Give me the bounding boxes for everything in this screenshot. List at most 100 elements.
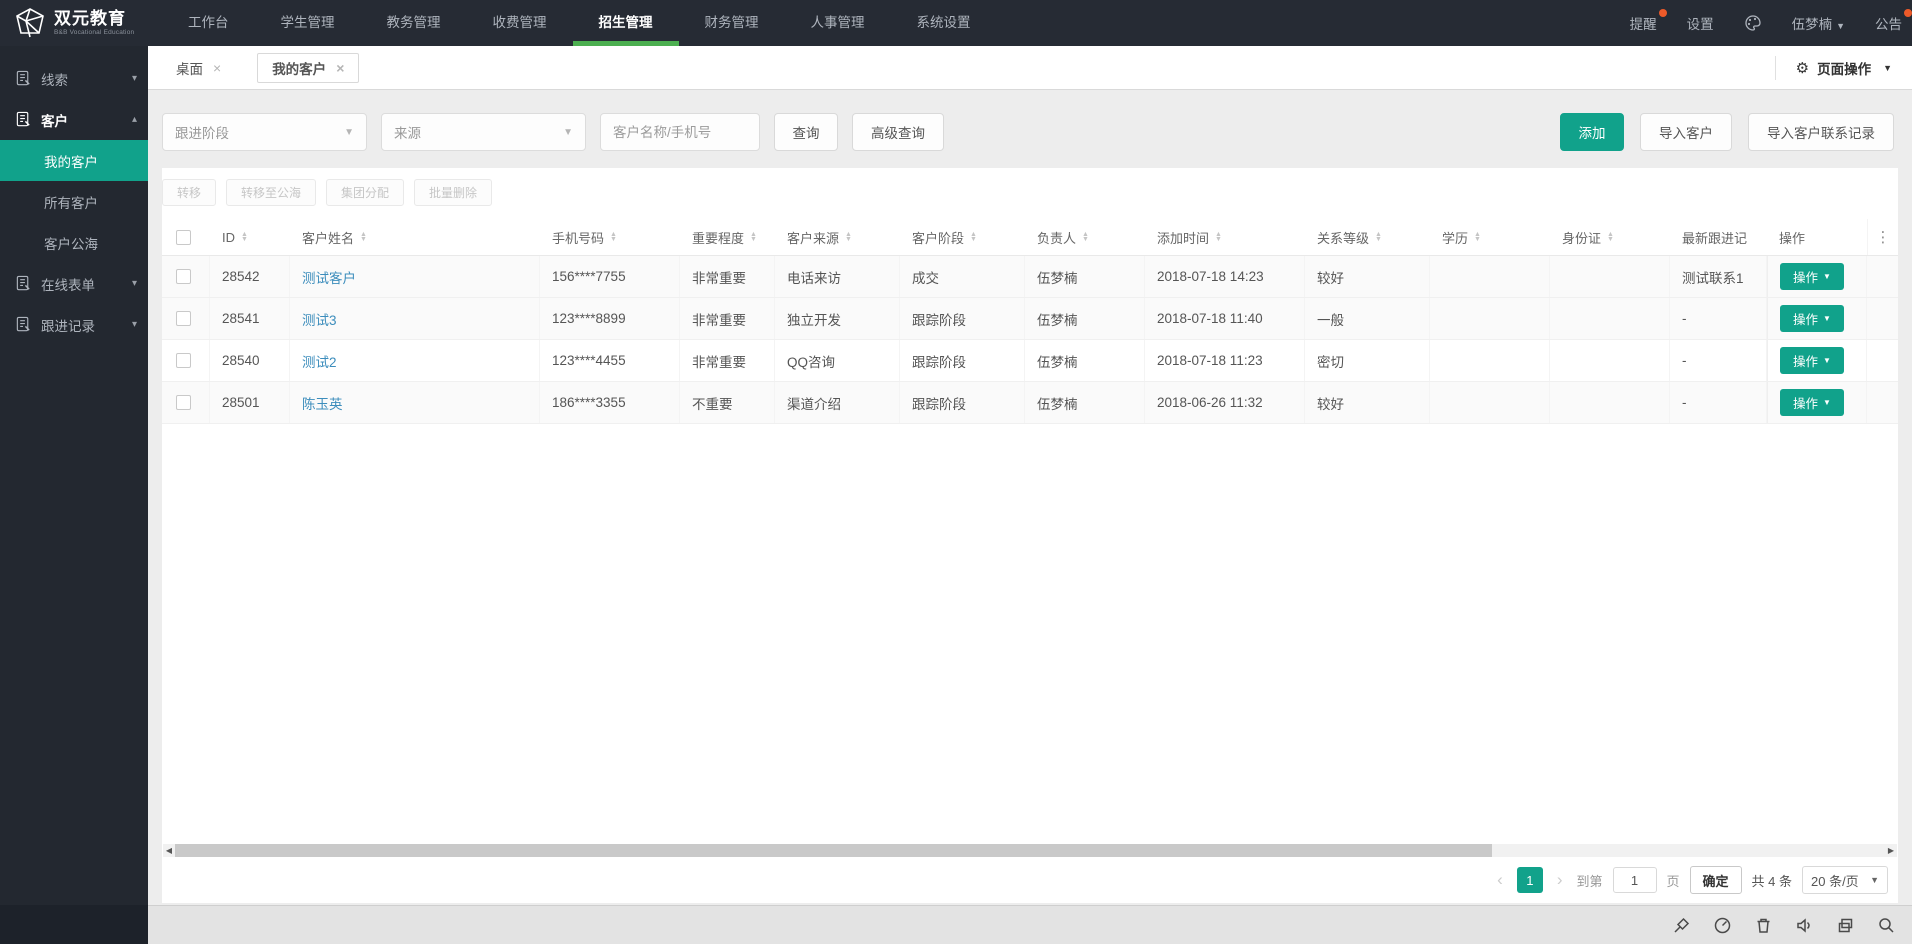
speaker-icon[interactable] [1795, 916, 1814, 935]
col-header-added-time: 添加时间▲▼ [1145, 219, 1305, 255]
horizontal-scrollbar[interactable]: ◀ ▶ [163, 844, 1897, 857]
customer-name-link[interactable]: 陈玉英 [302, 393, 343, 413]
gear-icon: ⚙ [1796, 59, 1809, 77]
row-action-button[interactable]: 操作▼ [1780, 263, 1844, 290]
batch-delete-button[interactable]: 批量删除 [414, 179, 492, 206]
customer-panel: 转移 转移至公海 集团分配 批量删除 ID▲▼ 客户姓名▲▼ 手机号码▲▼ 重要… [162, 168, 1898, 903]
col-header-actions: 操作 [1767, 219, 1867, 255]
column-settings-icon[interactable]: ⋮ [1867, 219, 1898, 255]
close-icon[interactable]: × [213, 60, 221, 76]
col-header-owner: 负责人▲▼ [1025, 219, 1145, 255]
settings-link[interactable]: 设置 [1687, 13, 1714, 33]
next-page-button[interactable]: › [1553, 870, 1567, 890]
reminder-link[interactable]: 提醒 [1630, 13, 1657, 33]
theme-palette-icon[interactable] [1744, 14, 1762, 32]
chevron-up-icon: ▴ [132, 114, 137, 125]
customer-name-link[interactable]: 测试3 [302, 309, 337, 329]
app-logo[interactable]: 双元教育 B&B Vocational Education [0, 7, 150, 39]
sort-icon[interactable]: ▲▼ [241, 232, 248, 242]
user-menu[interactable]: 伍梦楠▼ [1792, 13, 1845, 33]
transfer-to-pool-button[interactable]: 转移至公海 [226, 179, 316, 206]
nav-item-academic[interactable]: 教务管理 [361, 0, 467, 46]
form-icon [15, 70, 32, 87]
sidebar-item-customer-pool[interactable]: 客户公海 [0, 222, 148, 263]
nav-item-fees[interactable]: 收费管理 [467, 0, 573, 46]
page-actions-menu[interactable]: ⚙ 页面操作 ▼ [1775, 56, 1912, 80]
pin-icon[interactable] [1672, 916, 1691, 935]
sidebar-item-followup-records[interactable]: 跟进记录 ▾ [0, 304, 148, 345]
chevron-down-icon: ▼ [344, 127, 354, 138]
tab-strip: 桌面 × 我的客户 × ⚙ 页面操作 ▼ [148, 46, 1912, 90]
page-number-input[interactable] [1613, 867, 1657, 893]
chevron-down-icon: ▾ [132, 73, 137, 84]
sort-icon[interactable]: ▲▼ [360, 232, 367, 242]
tab-desktop[interactable]: 桌面 × [162, 53, 235, 83]
scroll-left-icon[interactable]: ◀ [163, 846, 175, 855]
current-page-button[interactable]: 1 [1517, 867, 1543, 893]
tab-my-customers[interactable]: 我的客户 × [257, 53, 359, 83]
add-button[interactable]: 添加 [1560, 113, 1624, 151]
sort-icon[interactable]: ▲▼ [970, 232, 977, 242]
nav-item-admissions[interactable]: 招生管理 [573, 0, 679, 46]
sort-icon[interactable]: ▲▼ [1474, 232, 1481, 242]
scrollbar-thumb[interactable] [175, 844, 1492, 857]
reminder-alert-dot [1659, 9, 1667, 17]
nav-item-system[interactable]: 系统设置 [891, 0, 997, 46]
sort-icon[interactable]: ▲▼ [845, 232, 852, 242]
customer-name-link[interactable]: 测试客户 [302, 267, 356, 287]
desktop-taskbar [148, 905, 1912, 944]
transfer-button[interactable]: 转移 [162, 179, 216, 206]
advanced-search-button[interactable]: 高级查询 [852, 113, 944, 151]
import-contact-records-button[interactable]: 导入客户联系记录 [1748, 113, 1894, 151]
keyword-input[interactable] [600, 113, 760, 151]
chevron-down-icon: ▼ [1870, 875, 1879, 885]
prev-page-button[interactable]: ‹ [1493, 870, 1507, 890]
confirm-page-button[interactable]: 确定 [1690, 866, 1742, 894]
row-checkbox[interactable] [176, 269, 191, 284]
row-action-button[interactable]: 操作▼ [1780, 389, 1844, 416]
scrollbar-track[interactable] [175, 844, 1885, 857]
row-action-button[interactable]: 操作▼ [1780, 305, 1844, 332]
row-checkbox[interactable] [176, 395, 191, 410]
followup-stage-select[interactable]: 跟进阶段 ▼ [162, 113, 367, 151]
search-button[interactable]: 查询 [774, 113, 838, 151]
sidebar-item-leads[interactable]: 线索 ▾ [0, 58, 148, 99]
source-select[interactable]: 来源 ▼ [381, 113, 586, 151]
gauge-icon[interactable] [1713, 916, 1732, 935]
magnifier-icon[interactable] [1877, 916, 1896, 935]
sort-icon[interactable]: ▲▼ [610, 232, 617, 242]
sidebar-item-customers[interactable]: 客户 ▴ [0, 99, 148, 140]
sidebar-item-my-customers[interactable]: 我的客户 [0, 140, 148, 181]
import-customers-button[interactable]: 导入客户 [1640, 113, 1732, 151]
empty-area [162, 424, 1898, 844]
select-all-checkbox[interactable] [176, 230, 191, 245]
scroll-right-icon[interactable]: ▶ [1885, 846, 1897, 855]
customer-name-link[interactable]: 测试2 [302, 351, 337, 371]
top-bar: 双元教育 B&B Vocational Education 工作台 学生管理 教… [0, 0, 1912, 46]
sidebar-item-all-customers[interactable]: 所有客户 [0, 181, 148, 222]
display-window-icon[interactable] [1836, 916, 1855, 935]
trash-icon[interactable] [1754, 916, 1773, 935]
close-icon[interactable]: × [336, 60, 344, 76]
chevron-down-icon: ▼ [1836, 21, 1845, 31]
row-checkbox[interactable] [176, 311, 191, 326]
sort-icon[interactable]: ▲▼ [1607, 232, 1614, 242]
group-assign-button[interactable]: 集团分配 [326, 179, 404, 206]
nav-item-finance[interactable]: 财务管理 [679, 0, 785, 46]
sort-icon[interactable]: ▲▼ [1215, 232, 1222, 242]
sort-icon[interactable]: ▲▼ [750, 232, 757, 242]
chevron-down-icon: ▼ [1823, 314, 1831, 323]
nav-item-hr[interactable]: 人事管理 [785, 0, 891, 46]
sort-icon[interactable]: ▲▼ [1375, 232, 1382, 242]
sort-icon[interactable]: ▲▼ [1082, 232, 1089, 242]
nav-item-students[interactable]: 学生管理 [255, 0, 361, 46]
sidebar-item-online-forms[interactable]: 在线表单 ▾ [0, 263, 148, 304]
col-header-id: ID▲▼ [210, 219, 290, 255]
row-checkbox[interactable] [176, 353, 191, 368]
page-size-select[interactable]: 20 条/页 ▼ [1802, 866, 1888, 894]
notice-link[interactable]: 公告 [1875, 13, 1902, 33]
nav-item-workbench[interactable]: 工作台 [162, 0, 255, 46]
chevron-down-icon: ▼ [563, 127, 573, 138]
row-action-button[interactable]: 操作▼ [1780, 347, 1844, 374]
pagination: ‹ 1 › 到第 页 确定 共 4 条 20 条/页 ▼ [162, 857, 1898, 903]
